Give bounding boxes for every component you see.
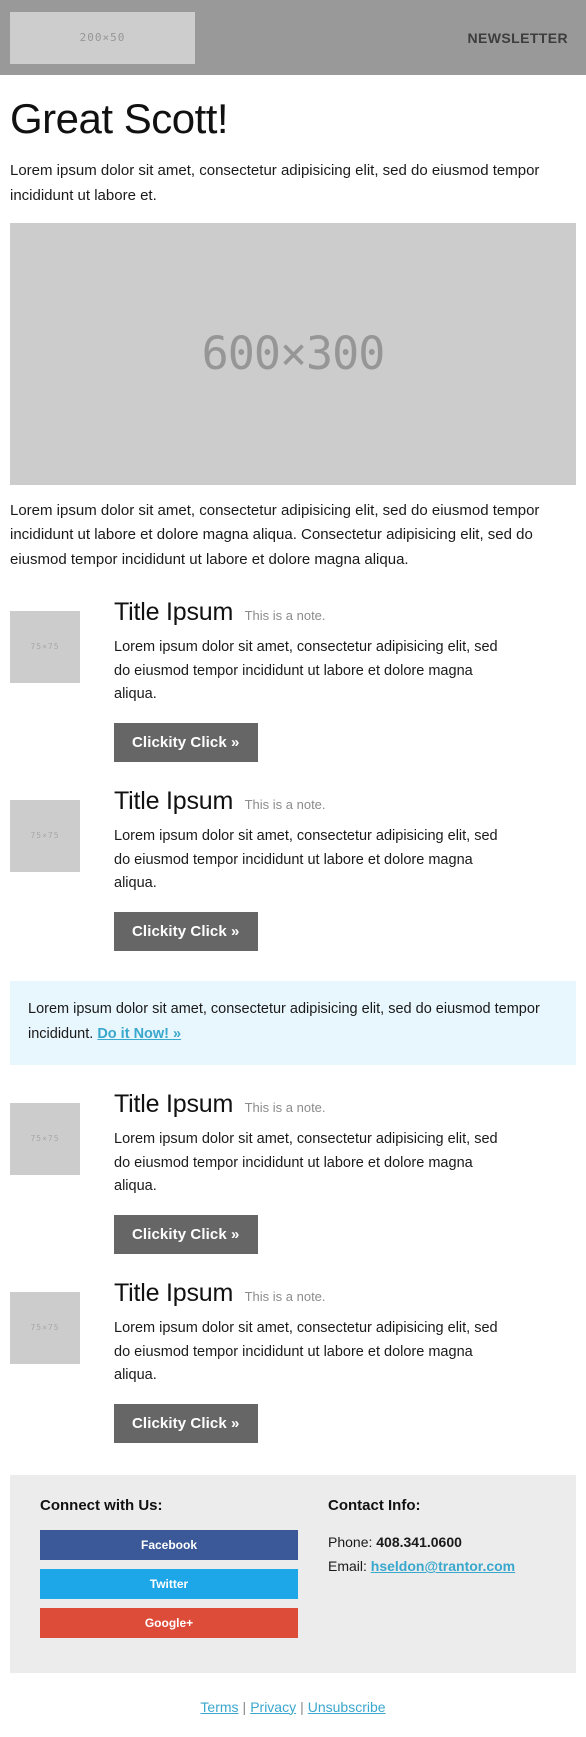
footer-contact-column: Contact Info: Phone: 408.341.0600 Email:… — [298, 1497, 546, 1647]
email-link[interactable]: hseldon@trantor.com — [371, 1558, 515, 1574]
logo-placeholder-label: 200×50 — [79, 31, 126, 44]
card-title: Title Ipsum — [114, 1278, 234, 1307]
card-paragraph: Lorem ipsum dolor sit amet, consectetur … — [114, 639, 498, 703]
logo-placeholder-image: 200×50 — [10, 11, 195, 64]
callout-paragraph: Lorem ipsum dolor sit amet, consectetur … — [28, 997, 558, 1047]
card-body: Title Ipsum This is a note. Lorem ipsum … — [80, 1089, 576, 1254]
callout-box: Lorem ipsum dolor sit amet, consectetur … — [10, 980, 576, 1065]
social-heading: Connect with Us: — [40, 1496, 163, 1514]
card-thumbnail-label: 75×75 — [30, 1323, 60, 1333]
link-separator: | — [300, 1698, 304, 1715]
card-thumbnail-label: 75×75 — [30, 1134, 60, 1144]
card-title: Title Ipsum — [114, 1089, 234, 1118]
terms-link[interactable]: Terms — [200, 1699, 238, 1715]
facebook-button[interactable]: Facebook — [40, 1529, 298, 1560]
email-label: Email: — [328, 1558, 371, 1575]
content-card: 75×75 Title Ipsum This is a note. Lorem … — [10, 1278, 576, 1443]
card-paragraph: Lorem ipsum dolor sit amet, consectetur … — [114, 828, 498, 892]
content-card: 75×75 Title Ipsum This is a note. Lorem … — [10, 1089, 576, 1254]
clickity-click-button[interactable]: Clickity Click » — [114, 1403, 258, 1443]
unsubscribe-link[interactable]: Unsubscribe — [308, 1699, 386, 1715]
card-thumbnail-label: 75×75 — [30, 642, 60, 652]
content-card: 75×75 Title Ipsum This is a note. Lorem … — [10, 597, 576, 762]
card-thumbnail-image: 75×75 — [10, 799, 80, 872]
page-title: Great Scott! — [10, 95, 229, 142]
email-footer: Connect with Us: Facebook Twitter Google… — [10, 1474, 576, 1673]
card-note: This is a note. — [244, 1099, 326, 1115]
footer-social-column: Connect with Us: Facebook Twitter Google… — [40, 1497, 298, 1647]
phone-value: 408.341.0600 — [376, 1533, 462, 1550]
card-title: Title Ipsum — [114, 597, 234, 626]
clickity-click-button[interactable]: Clickity Click » — [114, 911, 258, 951]
phone-label: Phone: — [328, 1533, 377, 1550]
phone-line: Phone: 408.341.0600 — [328, 1530, 546, 1555]
twitter-button[interactable]: Twitter — [40, 1568, 298, 1599]
clickity-click-button[interactable]: Clickity Click » — [114, 1214, 258, 1254]
card-title-row: Title Ipsum This is a note. — [114, 1278, 576, 1308]
card-body: Title Ipsum This is a note. Lorem ipsum … — [80, 1278, 576, 1443]
googleplus-button[interactable]: Google+ — [40, 1607, 298, 1638]
card-title: Title Ipsum — [114, 786, 234, 815]
main-content: Great Scott! Lorem ipsum dolor sit amet,… — [0, 95, 586, 1673]
card-paragraph: Lorem ipsum dolor sit amet, consectetur … — [114, 1320, 498, 1384]
card-thumbnail-image: 75×75 — [10, 1102, 80, 1175]
card-title-row: Title Ipsum This is a note. — [114, 597, 576, 627]
hero-placeholder-image: 600×300 — [10, 222, 576, 485]
contact-heading: Contact Info: — [328, 1496, 421, 1514]
do-it-now-link[interactable]: Do it Now! » — [97, 1026, 181, 1042]
card-note: This is a note. — [244, 607, 326, 623]
card-thumbnail-image: 75×75 — [10, 610, 80, 683]
card-body: Title Ipsum This is a note. Lorem ipsum … — [80, 786, 576, 951]
intro-paragraph: Lorem ipsum dolor sit amet, consectetur … — [10, 162, 540, 204]
footer-legal-links: Terms | Privacy | Unsubscribe — [0, 1673, 586, 1737]
email-line: Email: hseldon@trantor.com — [328, 1554, 546, 1579]
link-separator: | — [242, 1698, 247, 1715]
card-thumbnail-label: 75×75 — [30, 831, 60, 841]
card-note: This is a note. — [244, 796, 326, 812]
card-thumbnail-image: 75×75 — [10, 1291, 80, 1364]
content-card: 75×75 Title Ipsum This is a note. Lorem … — [10, 786, 576, 951]
clickity-click-button[interactable]: Clickity Click » — [114, 722, 258, 762]
card-title-row: Title Ipsum This is a note. — [114, 786, 576, 816]
privacy-link[interactable]: Privacy — [250, 1699, 296, 1715]
card-title-row: Title Ipsum This is a note. — [114, 1089, 576, 1119]
email-header: 200×50 NEWSLETTER — [0, 0, 586, 75]
card-paragraph: Lorem ipsum dolor sit amet, consectetur … — [114, 1131, 498, 1195]
hero-placeholder-label: 600×300 — [201, 327, 386, 381]
card-note: This is a note. — [244, 1288, 326, 1304]
email-newsletter: 200×50 NEWSLETTER Great Scott! Lorem ips… — [0, 0, 586, 1737]
card-body: Title Ipsum This is a note. Lorem ipsum … — [80, 597, 576, 762]
newsletter-label: NEWSLETTER — [467, 29, 568, 46]
body-paragraph: Lorem ipsum dolor sit amet, consectetur … — [10, 501, 540, 569]
